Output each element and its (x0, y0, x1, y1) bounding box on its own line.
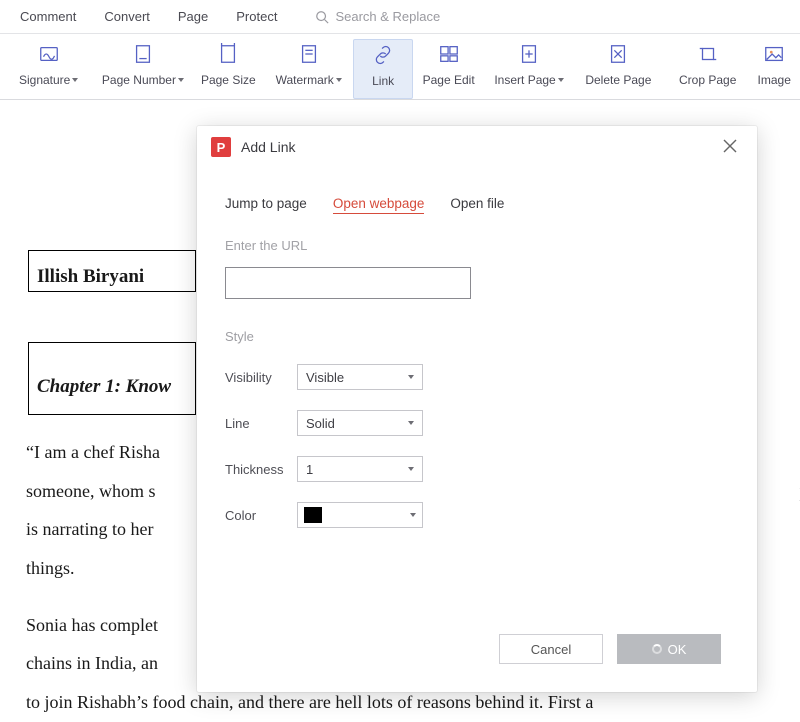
app-logo-icon: P (211, 137, 231, 157)
add-link-dialog: P Add Link Jump to page Open webpage Ope… (197, 126, 757, 692)
close-icon (723, 139, 737, 153)
visibility-value: Visible (306, 370, 344, 385)
link-type-tabs: Jump to page Open webpage Open file (225, 196, 729, 214)
dialog-titlebar: P Add Link (197, 126, 757, 168)
ribbon-page-edit[interactable]: Page Edit (413, 39, 484, 99)
crop-page-icon (697, 43, 719, 65)
ribbon-page-number[interactable]: Page Number (93, 39, 192, 99)
url-input[interactable] (225, 267, 471, 299)
ribbon-page-size-label: Page Size (201, 73, 256, 87)
caret-down-icon (336, 78, 342, 82)
subtab-jump-to-page[interactable]: Jump to page (225, 196, 307, 214)
ribbon-crop-page[interactable]: Crop Page (663, 39, 752, 99)
page-number-icon (132, 43, 154, 65)
image-icon (763, 43, 785, 65)
search-replace[interactable]: Search & Replace (315, 9, 440, 24)
color-select[interactable] (297, 502, 423, 528)
caret-down-icon (558, 78, 564, 82)
visibility-label: Visibility (225, 370, 297, 385)
ribbon-delete-page[interactable]: Delete Page (574, 39, 663, 99)
page-size-icon (217, 43, 239, 65)
ribbon-watermark-label: Watermark (276, 73, 334, 87)
signature-icon (38, 43, 60, 65)
ribbon-image[interactable]: Image (752, 39, 796, 99)
ribbon-delete-page-label: Delete Page (585, 73, 651, 87)
subtab-open-file[interactable]: Open file (450, 196, 504, 214)
caret-down-icon (178, 78, 184, 82)
color-swatch (304, 507, 322, 523)
dialog-footer: Cancel OK (197, 634, 757, 692)
ribbon-crop-page-label: Crop Page (679, 73, 736, 87)
tab-convert[interactable]: Convert (104, 9, 150, 24)
search-replace-label: Search & Replace (335, 9, 440, 24)
close-button[interactable] (717, 133, 743, 162)
caret-down-icon (72, 78, 78, 82)
tab-page[interactable]: Page (178, 9, 208, 24)
line-label: Line (225, 416, 297, 431)
caret-down-icon (410, 513, 416, 517)
delete-page-icon (607, 43, 629, 65)
tab-protect[interactable]: Protect (236, 9, 277, 24)
dialog-body: Jump to page Open webpage Open file Ente… (197, 168, 757, 634)
spinner-icon (652, 644, 662, 654)
ribbon-insert-page[interactable]: Insert Page (484, 39, 573, 99)
document-title-box: Illish Biryani (28, 250, 196, 292)
subtab-open-webpage[interactable]: Open webpage (333, 196, 425, 214)
ribbon-toolbar: Signature Page Number Page Size Watermar… (0, 34, 800, 100)
caret-down-icon (408, 421, 414, 425)
ribbon-link[interactable]: Link (353, 39, 413, 99)
ribbon-signature[interactable]: Signature (4, 39, 93, 99)
cancel-button[interactable]: Cancel (499, 634, 603, 664)
page-edit-icon (438, 43, 460, 65)
ribbon-page-number-label: Page Number (102, 73, 176, 87)
ribbon-signature-label: Signature (19, 73, 70, 87)
line-value: Solid (306, 416, 335, 431)
tab-comment[interactable]: Comment (20, 9, 76, 24)
line-select[interactable]: Solid (297, 410, 423, 436)
ribbon-insert-page-label: Insert Page (494, 73, 555, 87)
search-icon (315, 10, 329, 24)
link-icon (372, 44, 394, 66)
caret-down-icon (408, 467, 414, 471)
watermark-icon (298, 43, 320, 65)
style-section-label: Style (225, 329, 729, 344)
thickness-select[interactable]: 1 (297, 456, 423, 482)
ribbon-image-label: Image (758, 73, 791, 87)
caret-down-icon (408, 375, 414, 379)
ribbon-page-edit-label: Page Edit (423, 73, 475, 87)
thickness-label: Thickness (225, 462, 297, 477)
ribbon-link-label: Link (372, 74, 394, 88)
dialog-title: Add Link (241, 139, 295, 155)
url-label: Enter the URL (225, 238, 729, 253)
insert-page-icon (518, 43, 540, 65)
visibility-select[interactable]: Visible (297, 364, 423, 390)
ok-button-label: OK (668, 642, 687, 657)
color-label: Color (225, 508, 297, 523)
menu-tabs: Comment Convert Page Protect Search & Re… (0, 0, 800, 34)
thickness-value: 1 (306, 462, 313, 477)
ok-button[interactable]: OK (617, 634, 721, 664)
chapter-title-box: Chapter 1: Know (28, 342, 196, 415)
ribbon-watermark[interactable]: Watermark (264, 39, 353, 99)
ribbon-page-size[interactable]: Page Size (193, 39, 264, 99)
